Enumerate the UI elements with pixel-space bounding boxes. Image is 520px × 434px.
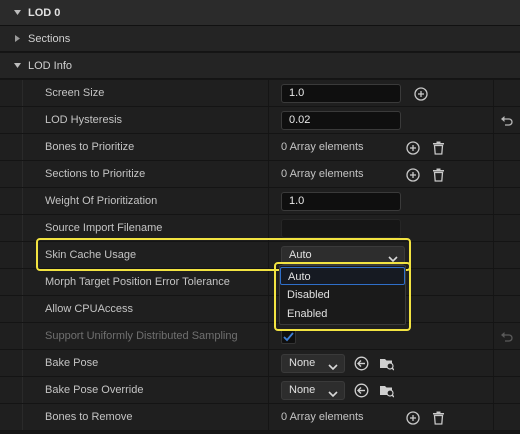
weight-of-prioritization-label: Weight Of Prioritization [45,195,158,207]
dropdown-option-auto[interactable]: Auto [280,267,405,285]
lod-hysteresis-input[interactable]: 0.02 [281,111,401,130]
bones-to-remove-label: Bones to Remove [45,411,133,423]
browse-folder-icon[interactable] [379,383,394,398]
plus-circle-icon[interactable] [405,140,420,155]
combo-value: None [289,357,316,369]
plus-circle-icon[interactable] [405,167,420,182]
reset-arrow-icon[interactable] [500,114,513,127]
weight-of-prioritization-row: Weight Of Prioritization 1.0 [0,188,520,215]
bake-pose-override-row: Bake Pose Override None [0,377,520,404]
morph-target-error-row: Morph Target Position Error Tolerance [0,269,520,296]
collapse-triangle-icon[interactable] [12,61,22,71]
array-elements-count: 0 Array elements [281,168,364,180]
trash-icon[interactable] [431,167,446,182]
bones-to-remove-row: Bones to Remove 0 Array elements [0,404,520,431]
reset-arrow-icon[interactable] [500,330,513,343]
bones-to-prioritize-label: Bones to Prioritize [45,141,135,153]
screen-size-row: Screen Size 1.0 [0,80,520,107]
screen-size-label: Screen Size [45,87,105,99]
lod-hysteresis-row: LOD Hysteresis 0.02 [0,107,520,134]
bake-pose-override-label: Bake Pose Override [45,384,144,396]
weight-of-prioritization-input[interactable]: 1.0 [281,192,401,211]
allow-cpu-access-label: Allow CPUAccess [45,303,134,315]
use-selected-arrow-icon[interactable] [354,356,369,371]
dropdown-option-enabled[interactable]: Enabled [280,305,405,323]
support-uniform-sampling-row: Support Uniformly Distributed Sampling [0,323,520,350]
bake-pose-combo[interactable]: None [281,354,345,373]
lod0-title: LOD 0 [28,6,61,19]
allow-cpu-access-row: Allow CPUAccess [0,296,520,323]
trash-icon[interactable] [431,410,446,425]
details-panel: LOD 0 Sections LOD Info Screen Size 1.0 … [0,0,520,434]
sections-title: Sections [28,32,71,45]
lod0-category-header[interactable]: LOD 0 [0,0,520,26]
support-uniform-sampling-checkbox[interactable] [281,329,296,344]
lod-info-title: LOD Info [28,59,73,72]
dropdown-option-disabled[interactable]: Disabled [280,286,405,304]
skin-cache-usage-dropdown: Auto Disabled Enabled [279,265,406,325]
sections-to-prioritize-row: Sections to Prioritize 0 Array elements [0,161,520,188]
sections-subcategory-header[interactable]: Sections [0,26,520,52]
bake-pose-label: Bake Pose [45,357,99,369]
sections-to-prioritize-label: Sections to Prioritize [45,168,146,180]
bones-to-prioritize-row: Bones to Prioritize 0 Array elements [0,134,520,161]
chevron-down-icon [328,360,338,377]
array-elements-count: 0 Array elements [281,141,364,153]
bake-pose-override-combo[interactable]: None [281,381,345,400]
plus-circle-icon[interactable] [405,410,420,425]
use-selected-arrow-icon[interactable] [354,383,369,398]
trash-icon[interactable] [431,140,446,155]
browse-folder-icon[interactable] [379,356,394,371]
chevron-down-icon [328,387,338,404]
plus-circle-icon[interactable] [413,86,428,101]
expand-triangle-icon[interactable] [12,34,22,44]
bake-pose-row: Bake Pose None [0,350,520,377]
array-elements-count: 0 Array elements [281,411,364,423]
lod-info-subcategory-header[interactable]: LOD Info [0,53,520,79]
morph-target-error-label: Morph Target Position Error Tolerance [45,276,230,288]
screen-size-input[interactable]: 1.0 [281,84,401,103]
source-import-filename-input[interactable] [281,219,401,238]
lod-hysteresis-label: LOD Hysteresis [45,114,123,126]
support-uniform-sampling-label: Support Uniformly Distributed Sampling [45,330,238,342]
combo-value: None [289,384,316,396]
collapse-triangle-icon[interactable] [12,8,22,18]
